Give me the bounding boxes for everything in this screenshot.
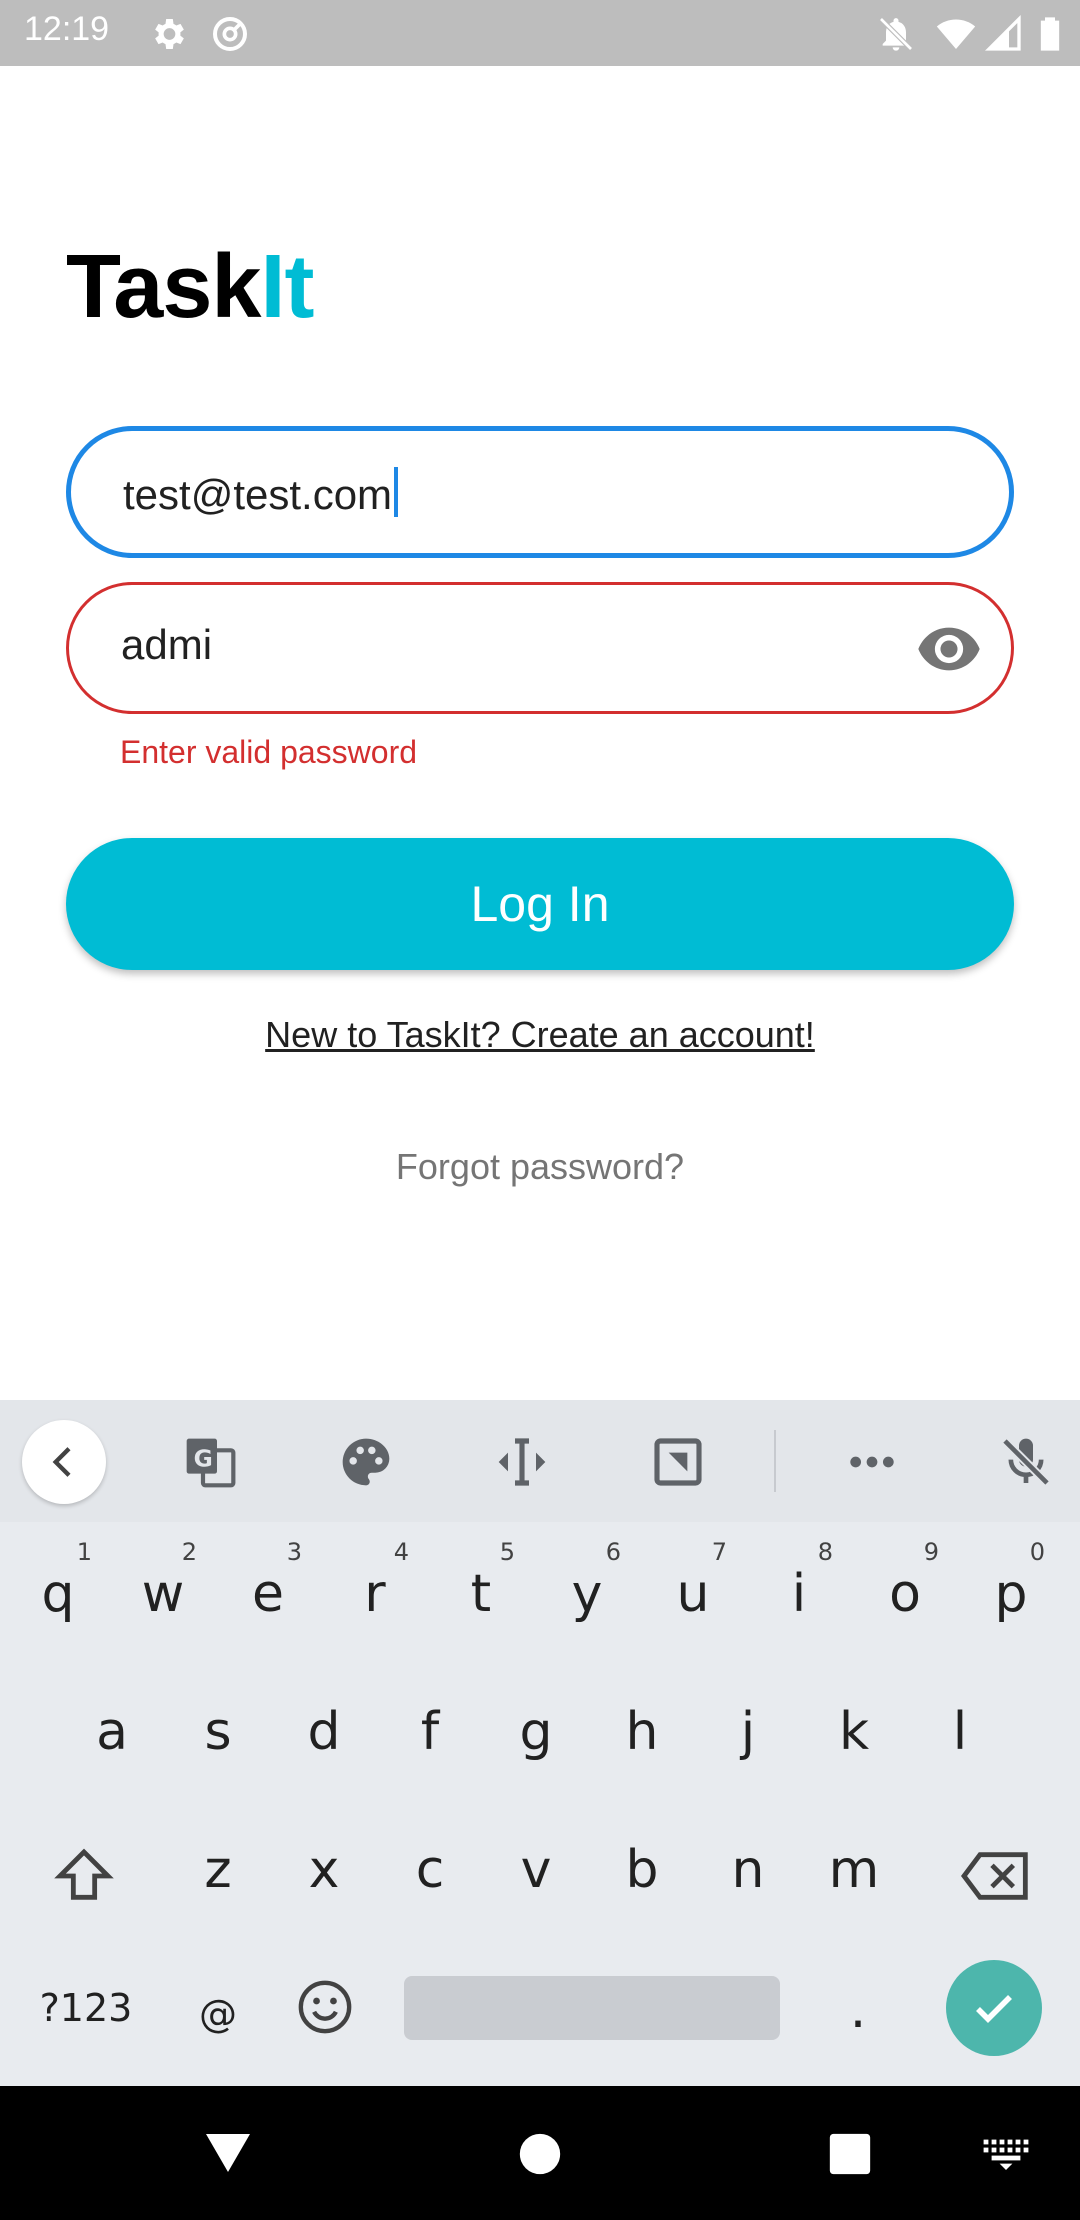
key-letter: u [676,1564,710,1624]
key-letter: q [41,1564,75,1624]
navigation-bar [0,2086,1080,2220]
key-number-hint: 5 [499,1538,515,1566]
check-icon [976,1995,1012,2023]
do-not-disturb-icon [213,17,247,51]
key-letter: w [141,1564,185,1624]
key-w[interactable]: w2 [113,1534,213,1654]
svg-text:G: G [194,1445,213,1473]
keyboard-collapse-button[interactable] [22,1420,106,1504]
settings-icon [155,19,184,49]
logo-text-task: Task [66,237,261,337]
shift-icon[interactable] [52,1844,116,1908]
key-letter: i [791,1564,807,1624]
key-b[interactable]: b [592,1810,692,1930]
key-v[interactable]: v [486,1810,586,1930]
period-key[interactable]: . [808,1950,908,2070]
key-number-hint: 1 [76,1538,92,1566]
key-h[interactable]: h [592,1672,692,1792]
key-m[interactable]: m [804,1810,904,1930]
text-cursor-icon[interactable] [494,1434,550,1490]
at-key[interactable]: @ [168,1954,268,2074]
wifi-icon [936,19,976,49]
key-letter: o [889,1564,921,1624]
key-l[interactable]: l [910,1672,1010,1792]
backspace-icon[interactable] [958,1844,1034,1908]
key-c[interactable]: c [380,1810,480,1930]
key-u[interactable]: u7 [643,1534,743,1654]
show-password-eye-icon[interactable] [917,621,981,677]
key-o[interactable]: o9 [855,1534,955,1654]
translate-icon[interactable]: G [182,1434,238,1490]
email-field[interactable]: test@test.com [66,426,1014,558]
app-logo: TaskIt [66,236,314,339]
mic-off-icon[interactable] [998,1434,1054,1490]
password-input-value: admi [121,621,213,668]
cellular-signal-icon [984,14,1021,51]
key-number-hint: 2 [181,1538,197,1566]
key-f[interactable]: f [380,1672,480,1792]
password-field[interactable]: admi [66,582,1014,714]
key-n[interactable]: n [698,1810,798,1930]
key-number-hint: 7 [711,1538,727,1566]
spacebar[interactable] [404,1976,780,2040]
keyboard-switch-icon[interactable] [982,2138,1030,2170]
key-letter: t [470,1564,492,1624]
home-icon[interactable] [518,2132,562,2176]
key-k[interactable]: k [804,1672,904,1792]
logo-text-it: It [260,237,314,337]
status-bar: 12:19 [0,0,1080,66]
chevron-left-icon [52,1447,71,1477]
key-p[interactable]: p0 [961,1534,1061,1654]
text-cursor [394,467,399,517]
create-account-link[interactable]: New to TaskIt? Create an account! [0,1014,1080,1056]
toolbar-divider [774,1430,776,1492]
key-e[interactable]: e3 [218,1534,318,1654]
password-error-text: Enter valid password [120,734,418,770]
key-r[interactable]: r4 [325,1534,425,1654]
status-time: 12:19 [24,10,110,48]
key-letter: e [252,1564,284,1624]
more-icon[interactable] [844,1434,900,1490]
notifications-off-icon [879,17,913,51]
key-i[interactable]: i8 [749,1534,849,1654]
key-number-hint: 3 [286,1538,302,1566]
key-letter: r [364,1564,386,1624]
keyboard-toolbar: G [0,1400,1080,1522]
email-input-value: test@test.com [123,467,399,519]
back-icon[interactable] [204,2130,252,2174]
forgot-password-link[interactable]: Forgot password? [0,1146,1080,1188]
key-number-hint: 4 [393,1538,409,1566]
key-x[interactable]: x [274,1810,374,1930]
one-handed-icon[interactable] [650,1434,706,1490]
key-g[interactable]: g [486,1672,586,1792]
battery-icon [1040,17,1060,51]
key-d[interactable]: d [274,1672,374,1792]
key-z[interactable]: z [168,1810,268,1930]
key-t[interactable]: t5 [431,1534,531,1654]
symbols-key[interactable]: ?123 [36,1948,136,2068]
key-number-hint: 0 [1029,1538,1045,1566]
key-a[interactable]: a [62,1672,162,1792]
key-s[interactable]: s [168,1672,268,1792]
key-number-hint: 6 [605,1538,621,1566]
recents-icon[interactable] [828,2132,872,2176]
palette-icon[interactable] [338,1434,394,1490]
key-q[interactable]: q1 [8,1534,108,1654]
key-number-hint: 8 [817,1538,833,1566]
key-letter: p [994,1564,1028,1624]
enter-button[interactable] [946,1960,1042,2056]
key-y[interactable]: y6 [537,1534,637,1654]
emoji-icon[interactable] [296,1978,354,2036]
key-letter: y [571,1564,603,1624]
key-j[interactable]: j [698,1672,798,1792]
soft-keyboard: G q1w2e3r4t5y6u7i8o9p0 a s d f g h j k l… [0,1400,1080,2086]
login-button[interactable]: Log In [66,838,1014,970]
key-number-hint: 9 [923,1538,939,1566]
